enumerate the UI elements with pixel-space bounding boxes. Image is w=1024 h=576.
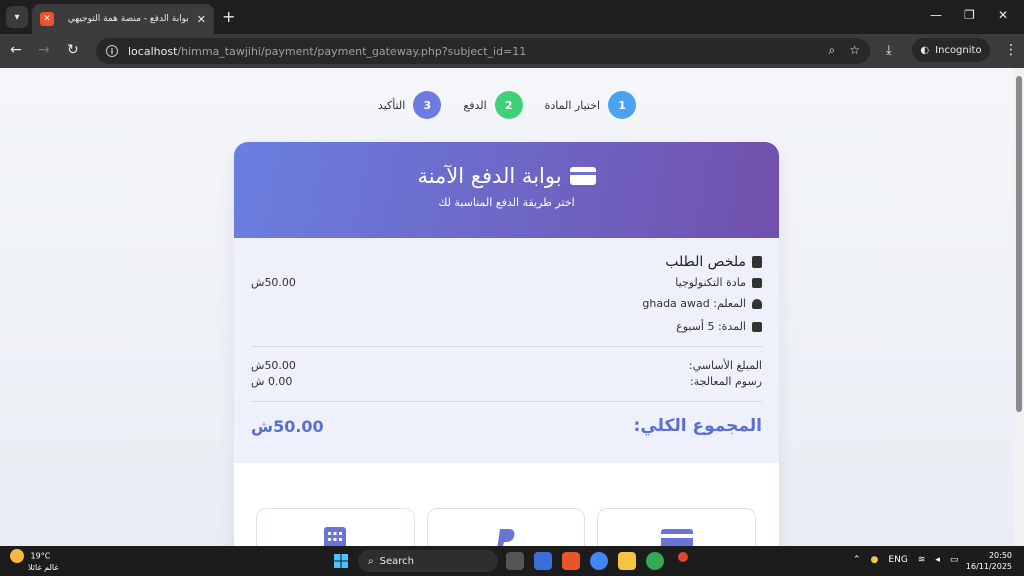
time: 20:50 <box>988 551 1012 560</box>
summary-title: ملخص الطلب <box>665 254 746 270</box>
browser-toolbar: ← → ↻ i localhost/himma_tawjihi/payment/… <box>0 34 1024 68</box>
taskbar-search[interactable]: ⌕ Search <box>358 550 498 572</box>
book-icon <box>752 277 762 288</box>
step-confirmation: 3 التأكيد <box>377 91 442 119</box>
chevron-up-icon[interactable]: ⌃ <box>853 555 861 565</box>
payment-method-other[interactable] <box>255 508 415 546</box>
duration: المدة: 5 أسبوع <box>676 320 746 333</box>
step-label: اختيار المادة <box>544 98 601 112</box>
site-info-icon[interactable]: i <box>106 45 118 57</box>
step-number: 3 <box>413 91 442 119</box>
teacher-name: المعلم: ghada awad <box>642 297 746 310</box>
tab-title: بوابة الدفع - منصة همة التوجيهي <box>67 14 189 24</box>
divider <box>251 346 762 347</box>
paypal-icon <box>497 529 515 546</box>
file-explorer-icon[interactable] <box>618 552 636 570</box>
scrollbar[interactable] <box>1014 68 1024 546</box>
taskbar: 19°C غالم غائلا ⌕ Search ⌃ ● ENG ≋ ◂ ▭ 2… <box>0 546 1024 576</box>
url-text: localhost/himma_tawjihi/payment/payment_… <box>128 45 526 58</box>
zoom-icon[interactable]: ⌕ <box>829 43 836 58</box>
credit-card-icon <box>569 167 596 185</box>
tray-app-icon[interactable]: ● <box>871 555 879 565</box>
xampp-icon[interactable] <box>562 552 580 570</box>
teacher-icon <box>752 298 762 309</box>
base-amount-label: المبلغ الأساسي: <box>688 359 762 372</box>
subject-price: 50.00ش <box>251 276 296 289</box>
page-viewport: 1 اختيار المادة 2 الدفع 3 التأكيد بوابة … <box>0 68 1014 546</box>
payment-method-card[interactable] <box>597 508 756 546</box>
chrome-icon[interactable] <box>590 552 608 570</box>
download-icon[interactable]: ⤓ <box>886 43 892 58</box>
step-label: التأكيد <box>377 98 406 112</box>
incognito-badge[interactable]: ◐ Incognito <box>912 38 990 62</box>
divider <box>251 401 762 402</box>
total-label: المجموع الكلي: <box>633 416 762 436</box>
tab-close-icon[interactable]: ✕ <box>197 13 206 26</box>
url-host: localhost <box>128 44 178 58</box>
xampp-favicon-icon: ✕ <box>40 12 54 26</box>
chrome-icon[interactable] <box>646 552 664 570</box>
weather-icon <box>10 549 24 563</box>
wifi-icon[interactable]: ≋ <box>918 555 926 565</box>
receipt-icon <box>752 256 762 268</box>
system-tray: ⌃ ● ENG ≋ ◂ ▭ <box>853 555 958 565</box>
search-icon: ⌕ <box>368 555 374 567</box>
forward-arrow-icon[interactable]: → <box>38 42 50 58</box>
date: 16/11/2025 <box>965 562 1012 571</box>
tab-strip: ▾ ✕ بوابة الدفع - منصة همة التوجيهي ✕ + … <box>0 0 1024 34</box>
temperature: 19°C <box>30 551 51 561</box>
windows-start-icon[interactable] <box>334 554 348 568</box>
step-select-subject: 1 اختيار المادة <box>544 91 637 119</box>
step-label: الدفع <box>463 98 487 112</box>
language-indicator[interactable]: ENG <box>888 555 907 565</box>
search-label: Search <box>379 555 414 567</box>
step-payment: 2 الدفع <box>463 91 523 119</box>
restore-button[interactable]: ❐ <box>964 8 975 22</box>
weather-text: غالم غائلا <box>28 563 59 572</box>
reload-icon[interactable]: ↻ <box>67 42 79 58</box>
browser-tab[interactable]: ✕ بوابة الدفع - منصة همة التوجيهي ✕ <box>32 4 214 34</box>
bookmark-star-icon[interactable]: ☆ <box>849 43 860 58</box>
scrollbar-thumb[interactable] <box>1016 76 1022 412</box>
payment-card: بوابة الدفع الآمنة اختر طريقة الدفع المن… <box>234 142 779 546</box>
task-view-icon[interactable] <box>506 552 524 570</box>
minimize-button[interactable]: — <box>930 8 942 22</box>
base-amount-value: 50.00ش <box>251 359 296 372</box>
page-title: بوابة الدفع الآمنة <box>417 164 562 188</box>
incognito-label: Incognito <box>935 44 982 56</box>
incognito-icon: ◐ <box>920 44 930 56</box>
card-header: بوابة الدفع الآمنة اختر طريقة الدفع المن… <box>234 142 779 238</box>
new-tab-button[interactable]: + <box>222 7 235 26</box>
url-path: /himma_tawjihi/payment/payment_gateway.p… <box>177 44 527 58</box>
fee-label: رسوم المعالجة: <box>690 375 762 388</box>
fee-value: 0.00 ش <box>251 375 293 388</box>
payment-methods <box>255 508 756 546</box>
progress-steps: 1 اختيار المادة 2 الدفع 3 التأكيد <box>0 91 1014 119</box>
app-icon[interactable] <box>534 552 552 570</box>
address-bar[interactable]: i localhost/himma_tawjihi/payment/paymen… <box>96 38 870 64</box>
step-number: 2 <box>494 91 523 119</box>
subject-name: مادة التكنولوجيا <box>675 276 746 289</box>
calendar-icon <box>752 321 762 332</box>
volume-icon[interactable]: ◂ <box>935 555 940 565</box>
back-arrow-icon[interactable]: ← <box>10 42 22 58</box>
battery-icon[interactable]: ▭ <box>950 555 959 565</box>
calculator-icon <box>324 527 347 546</box>
close-window-button[interactable]: ✕ <box>998 8 1008 22</box>
page-subtitle: اختر طريقة الدفع المناسبة لك <box>438 196 575 209</box>
clock[interactable]: 20:50 16/11/2025 <box>966 550 1012 572</box>
browser-menu-icon[interactable]: ⋮ <box>1004 42 1018 58</box>
notification-icon[interactable] <box>678 552 688 562</box>
credit-card-icon <box>660 529 693 546</box>
total-value: 50.00ش <box>251 416 324 436</box>
tab-search-button[interactable]: ▾ <box>6 6 28 28</box>
step-number: 1 <box>608 91 637 119</box>
weather-widget[interactable]: 19°C غالم غائلا <box>10 549 59 572</box>
order-summary: ملخص الطلب مادة التكنولوجيا 50.00ش المعل… <box>234 238 779 463</box>
payment-method-paypal[interactable] <box>426 508 586 546</box>
